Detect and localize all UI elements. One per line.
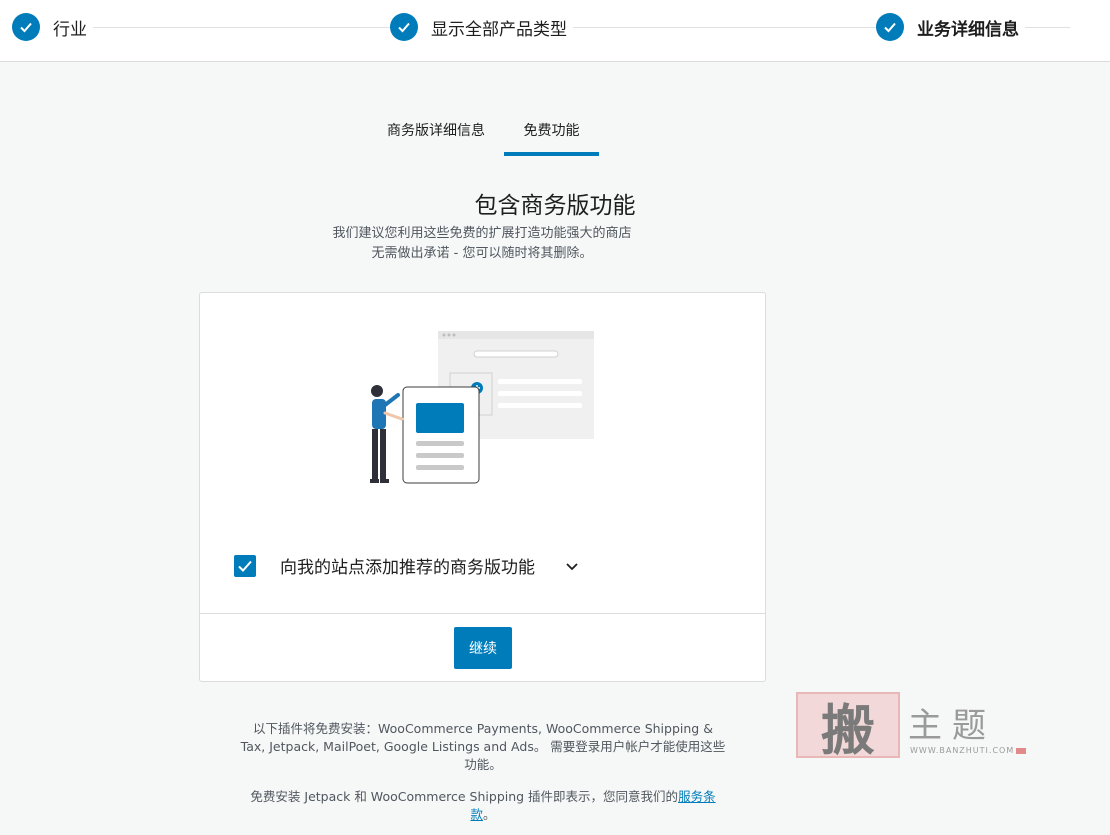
page-title: 包含商务版功能	[0, 186, 1110, 220]
step-label: 显示全部产品类型	[431, 19, 567, 40]
subtitle-line: 无需做出承诺 - 您可以随时将其删除。	[371, 246, 593, 261]
check-circle-icon	[12, 13, 40, 41]
chevron-down-icon[interactable]	[565, 559, 579, 573]
tab-free-features[interactable]: 免费功能	[504, 104, 599, 156]
continue-button[interactable]: 继续	[454, 627, 512, 669]
checkmark-icon	[238, 560, 252, 572]
subtitle-line: 我们建议您利用这些免费的扩展打造功能强大的商店	[332, 226, 632, 241]
terms-note: 免费安装 Jetpack 和 WooCommerce Shipping 插件即表…	[240, 788, 726, 824]
features-card: 向我的站点添加推荐的商务版功能 继续	[199, 292, 766, 682]
recommended-features-checkbox[interactable]	[234, 554, 256, 577]
terms-prefix: 免费安装 Jetpack 和 WooCommerce Shipping 插件即表…	[250, 789, 679, 804]
step-product-types[interactable]: 显示全部产品类型	[390, 13, 573, 41]
tab-bar: 商务版详细信息 免费功能	[0, 104, 1110, 156]
terms-suffix: 。	[483, 807, 496, 822]
watermark-text: 主题	[908, 706, 996, 746]
step-label: 行业	[53, 19, 87, 40]
tab-business-details[interactable]: 商务版详细信息	[376, 104, 496, 156]
setup-stepper: 行业 显示全部产品类型 业务详细信息	[0, 0, 1110, 62]
step-industry[interactable]: 行业	[12, 13, 93, 41]
recommended-features-row: 向我的站点添加推荐的商务版功能	[234, 553, 579, 578]
card-divider	[200, 613, 765, 614]
check-circle-icon	[876, 13, 904, 41]
step-business-details[interactable]: 业务详细信息	[876, 13, 1025, 41]
watermark: 搬 主题 WWW.BANZHUTI.COM	[796, 692, 1036, 762]
watermark-dot	[1016, 748, 1026, 754]
recommended-features-label: 向我的站点添加推荐的商务版功能	[280, 558, 535, 578]
page-subtitle: 我们建议您利用这些免费的扩展打造功能强大的商店 无需做出承诺 - 您可以随时将其…	[0, 224, 964, 264]
plugins-note: 以下插件将免费安装：WooCommerce Payments, WooComme…	[240, 721, 726, 772]
store-illustration	[370, 331, 594, 484]
check-circle-icon	[390, 13, 418, 41]
step-label: 业务详细信息	[917, 19, 1019, 40]
watermark-url: WWW.BANZHUTI.COM	[910, 746, 1015, 755]
page-title-text: 包含商务版功能	[474, 193, 636, 219]
watermark-stamp: 搬	[796, 692, 900, 762]
